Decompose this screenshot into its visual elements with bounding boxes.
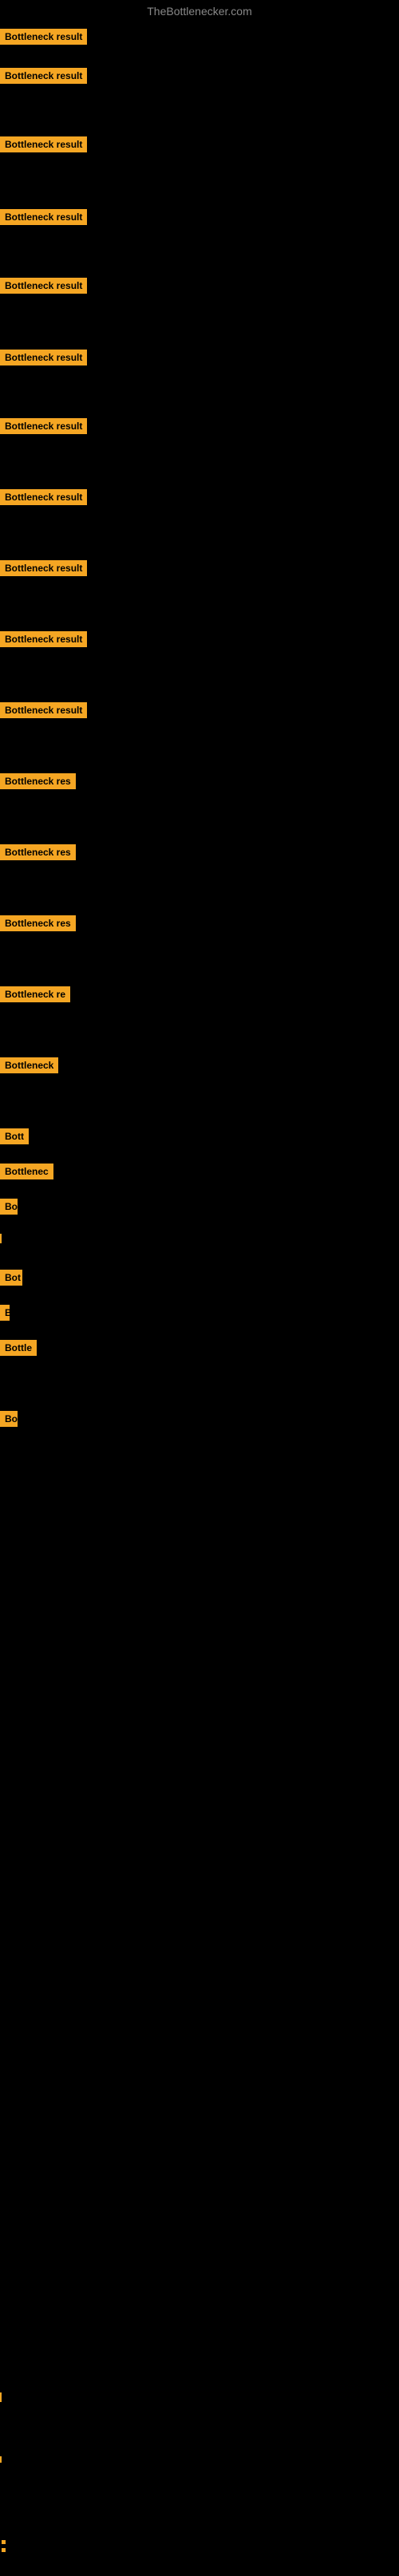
bottleneck-badge: Bottlenec — [0, 1164, 53, 1179]
bottleneck-badge: Bottleneck res — [0, 773, 76, 789]
bottleneck-badge: Bottleneck result — [0, 631, 87, 647]
bottleneck-badge: Bottleneck re — [0, 986, 70, 1002]
bottleneck-badge: Bottleneck result — [0, 209, 87, 225]
site-title: TheBottlenecker.com — [0, 0, 399, 22]
bottleneck-badge: B — [0, 1305, 10, 1321]
dot-marker — [2, 2540, 6, 2544]
bottleneck-badge: Bottleneck result — [0, 702, 87, 718]
bottleneck-badge: Bott — [0, 1128, 29, 1144]
bottleneck-badge: Bottleneck res — [0, 844, 76, 860]
bottleneck-badge: Bottleneck result — [0, 68, 87, 84]
line-marker — [0, 2456, 2, 2463]
bottleneck-badge: Bo — [0, 1199, 18, 1215]
line-marker — [0, 2392, 2, 2402]
bottleneck-badge: Bottleneck result — [0, 29, 87, 45]
bottleneck-badge: Bottleneck result — [0, 418, 87, 434]
line-marker — [0, 1234, 2, 1243]
bottleneck-badge: Bo — [0, 1411, 18, 1427]
dot-marker — [2, 2548, 6, 2552]
bottleneck-badge: Bottleneck result — [0, 560, 87, 576]
badges-container: Bottleneck result Bottleneck result Bottle… — [0, 22, 399, 2576]
bottleneck-badge: Bottleneck res — [0, 915, 76, 931]
bottleneck-badge: Bottleneck result — [0, 278, 87, 294]
bottleneck-badge: Bot — [0, 1270, 22, 1286]
bottleneck-badge: Bottle — [0, 1340, 37, 1356]
bottleneck-badge: Bottleneck result — [0, 489, 87, 505]
bottleneck-badge: Bottleneck result — [0, 350, 87, 365]
bottleneck-badge: Bottleneck result — [0, 136, 87, 152]
bottleneck-badge: Bottleneck — [0, 1057, 58, 1073]
